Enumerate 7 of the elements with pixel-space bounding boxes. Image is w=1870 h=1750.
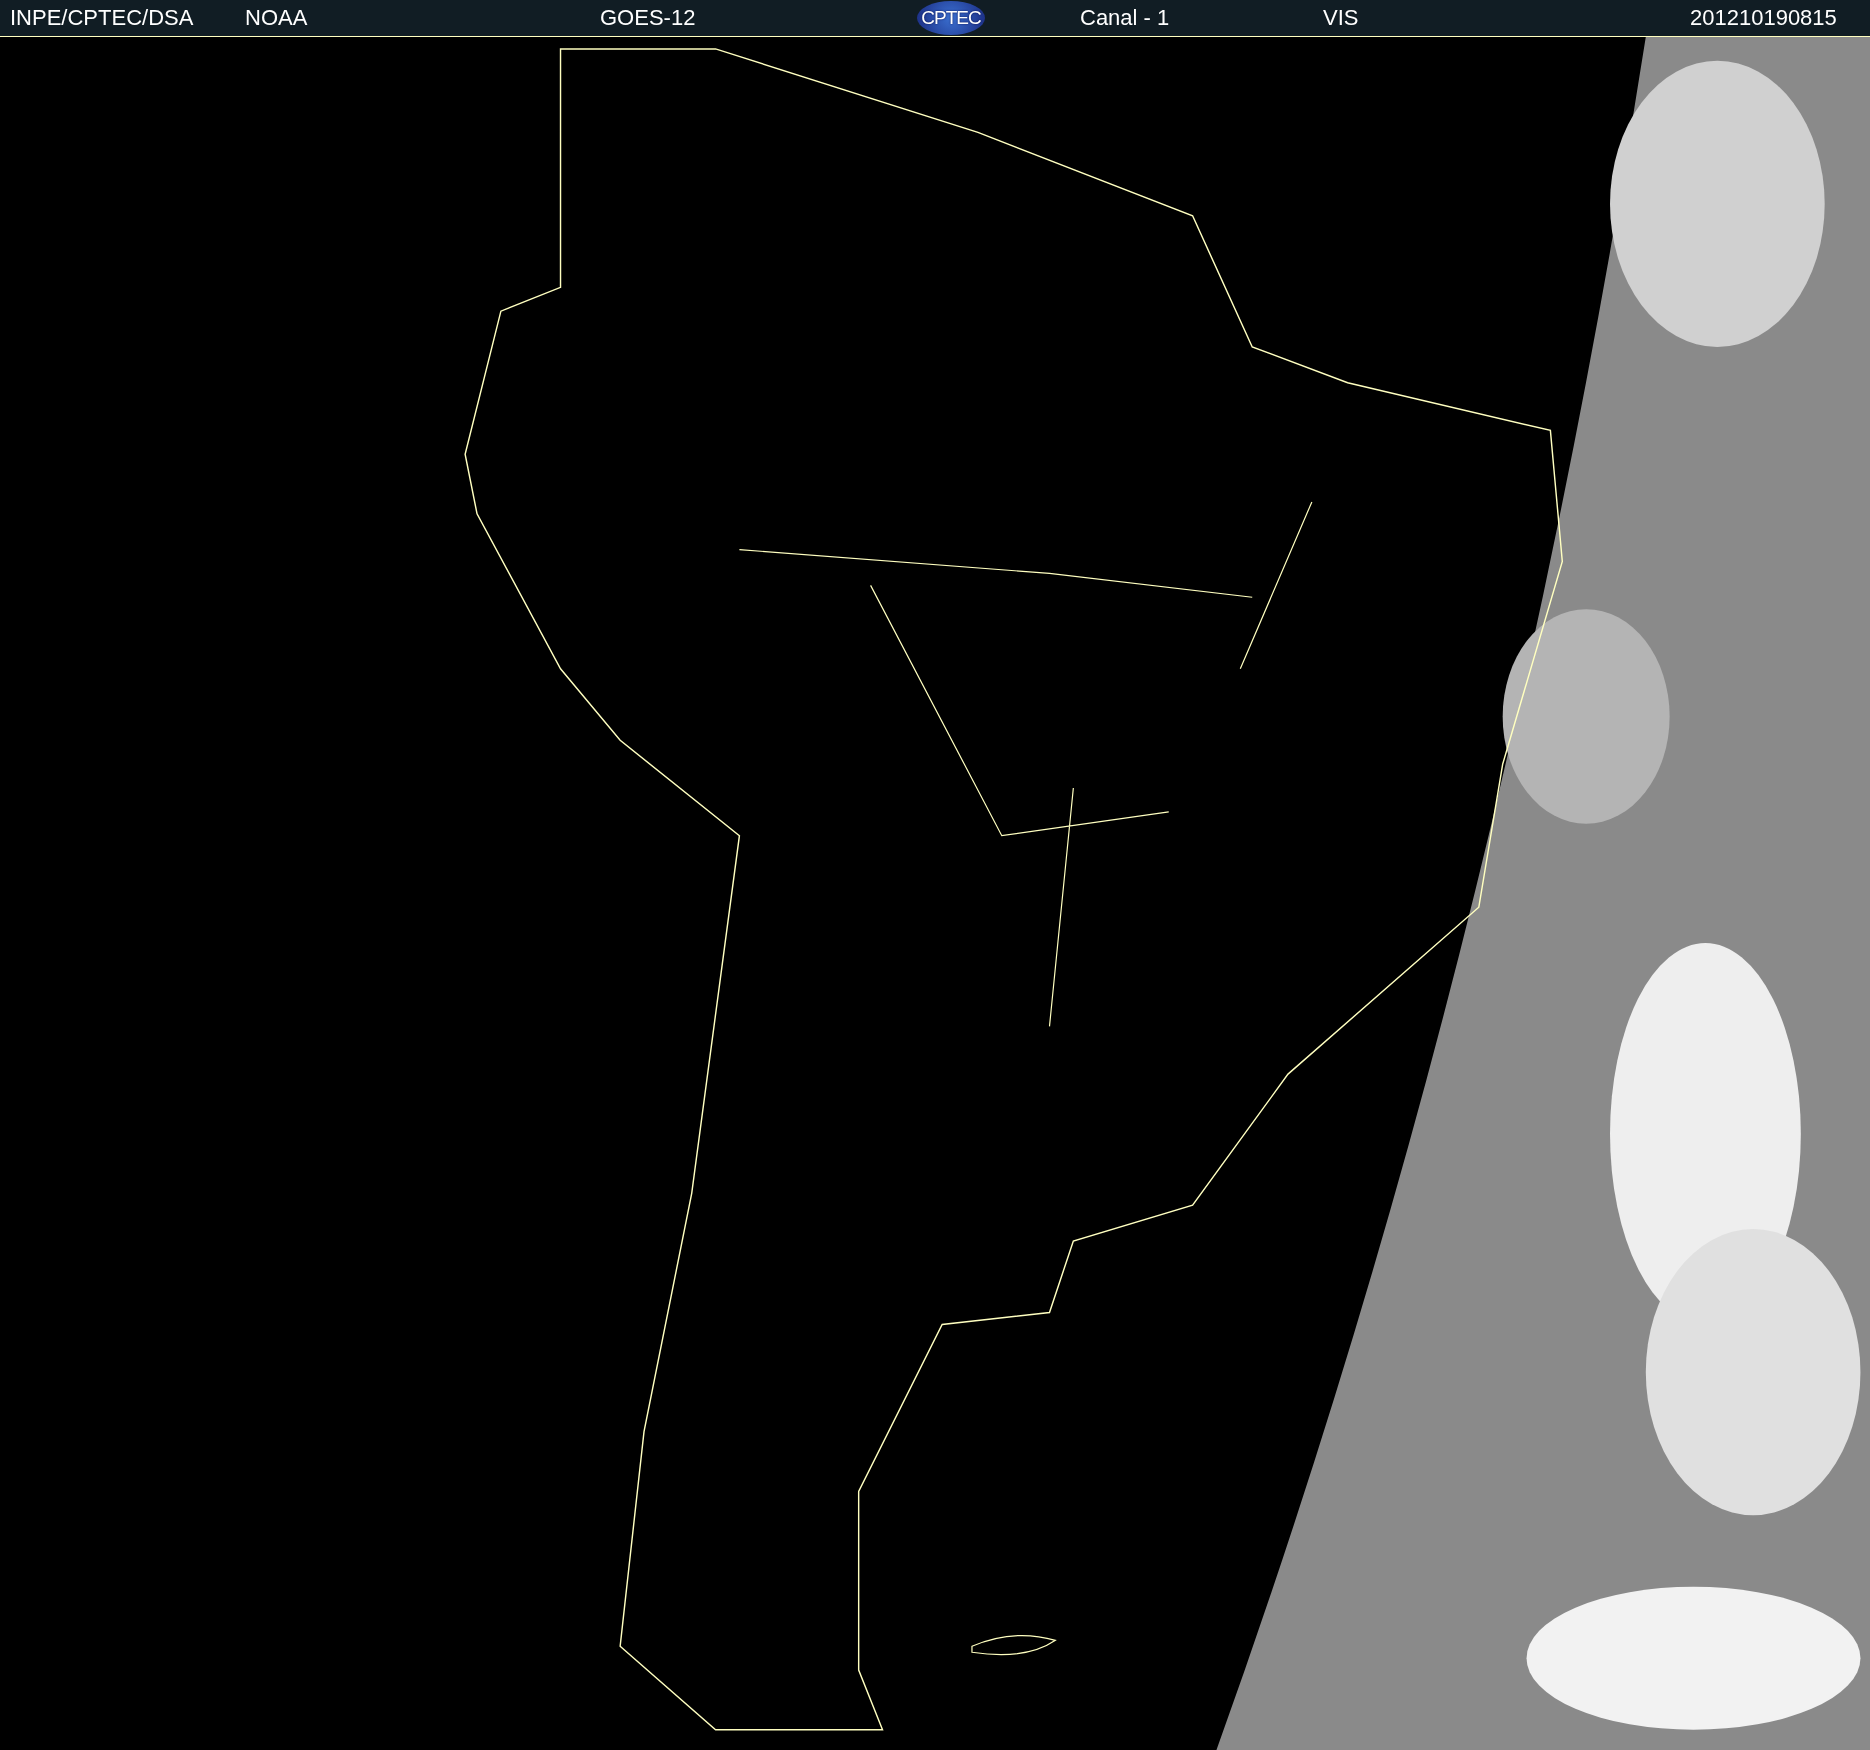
header-label: INPE/CPTEC/DSA (10, 4, 194, 32)
logo: CPTEC (917, 1, 985, 35)
header-label: GOES-12 (600, 4, 696, 32)
header-label: 201210190815 (1690, 4, 1837, 32)
header-label: Canal - 1 (1080, 4, 1170, 32)
header-label: NOAA (245, 4, 308, 32)
header-label: VIS (1323, 4, 1359, 32)
